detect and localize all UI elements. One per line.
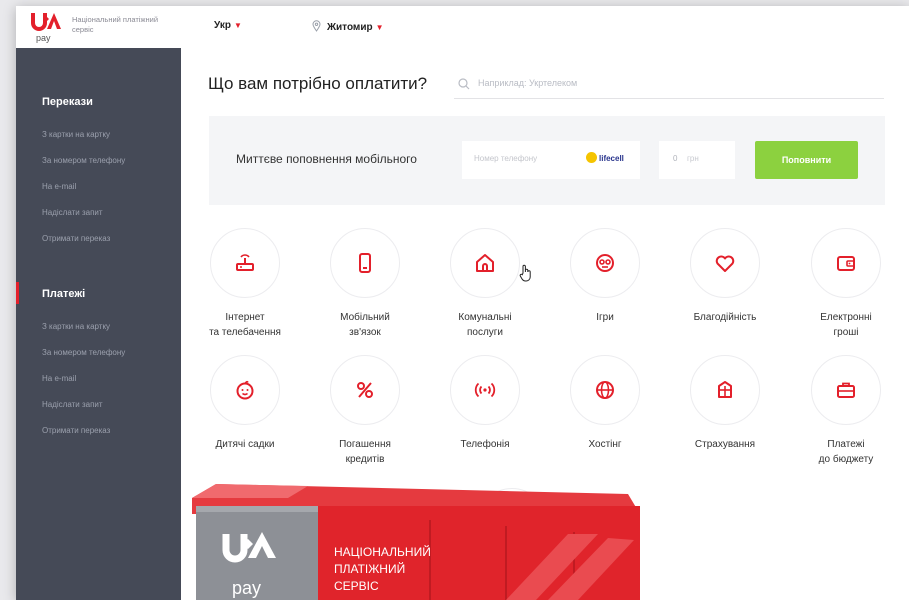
- category-circle: [450, 355, 520, 425]
- sidebar-active-indicator: [16, 282, 19, 304]
- category-label: Інтернет та телебачення: [209, 312, 281, 338]
- terminal-text-line-1: НАЦІОНАЛЬНИЙ: [334, 544, 431, 559]
- category-label: Ігри: [596, 312, 614, 323]
- signal-icon: [474, 382, 496, 398]
- category-internet-tv[interactable]: Інтернет та телебачення: [190, 228, 300, 340]
- terminal-text-line-3: СЕРВІС: [334, 579, 379, 593]
- location-pin-icon: [312, 20, 321, 32]
- phone-number-field[interactable]: Номер телефону lifecell: [462, 141, 640, 179]
- sidebar-item-card-to-card[interactable]: З картки на картку: [42, 322, 110, 331]
- sidebar-item-receive-transfer[interactable]: Отримати переказ: [42, 426, 110, 435]
- sidebar-section-title-payments[interactable]: Платежі: [42, 288, 85, 300]
- sidebar-item-email[interactable]: На e-mail: [42, 374, 76, 383]
- amount-currency: грн: [687, 154, 699, 163]
- amount-field[interactable]: 0 грн: [659, 141, 735, 179]
- hand-cursor-icon: [519, 264, 531, 282]
- wallet-icon: [837, 256, 855, 271]
- category-label: Хостінг: [588, 439, 622, 450]
- category-label: Страхування: [694, 439, 756, 450]
- sidebar-item-receive-transfer[interactable]: Отримати переказ: [42, 234, 110, 243]
- category-e-money[interactable]: Електронні гроші: [791, 228, 901, 340]
- top-bar: pay Національний платіжний сервіс Укр ▼ Ж…: [16, 6, 909, 48]
- payment-terminal-image: pay НАЦІОНАЛЬНИЙ ПЛАТІЖНИЙ СЕРВІС: [192, 484, 640, 600]
- category-circle: [811, 228, 881, 298]
- category-label: Платежі до бюджету: [818, 439, 874, 465]
- category-circle: [811, 355, 881, 425]
- category-label: Благодійність: [693, 312, 757, 323]
- baby-face-icon: [236, 380, 254, 400]
- terminal-brand: pay: [232, 578, 261, 598]
- amount-value: 0: [673, 154, 678, 163]
- phone-placeholder: Номер телефону: [474, 154, 538, 163]
- category-budget-payments[interactable]: Платежі до бюджету: [791, 355, 901, 467]
- category-insurance[interactable]: Страхування: [670, 355, 780, 452]
- sidebar-item-by-phone[interactable]: За номером телефону: [42, 156, 125, 165]
- category-circle: [690, 355, 760, 425]
- category-kindergartens[interactable]: Дитячі садки: [190, 355, 300, 452]
- sidebar-item-by-phone[interactable]: За номером телефону: [42, 348, 125, 357]
- heart-icon: [715, 255, 735, 272]
- operator-dot-icon: [586, 152, 597, 163]
- sidebar-item-send-request[interactable]: Надіслати запит: [42, 400, 103, 409]
- logo-caption: Національний платіжний сервіс: [72, 15, 159, 34]
- category-label: Електронні гроші: [820, 312, 872, 338]
- insurance-icon: [718, 381, 732, 398]
- gamepad-icon: [596, 254, 614, 272]
- category-label: Телефонія: [460, 439, 510, 450]
- search-input[interactable]: Наприклад: Укртелеком: [454, 72, 884, 99]
- percent-icon: [357, 382, 373, 398]
- browser-frame: pay Національний платіжний сервіс Укр ▼ Ж…: [16, 6, 909, 600]
- sidebar-item-card-to-card[interactable]: З картки на картку: [42, 130, 110, 139]
- search-placeholder: Наприклад: Укртелеком: [478, 78, 578, 88]
- globe-icon: [596, 381, 614, 399]
- topup-label: Миттєве поповнення мобільного: [236, 152, 417, 166]
- category-utilities[interactable]: Комунальні послуги: [430, 228, 540, 340]
- category-circle: [690, 228, 760, 298]
- chevron-down-icon: ▼: [233, 21, 242, 30]
- category-circle: [570, 228, 640, 298]
- uapay-logo[interactable]: pay: [30, 10, 66, 44]
- category-circle: [450, 228, 520, 298]
- sidebar-section-title-transfers: Перекази: [42, 96, 93, 108]
- category-telephony[interactable]: Телефонія: [430, 355, 540, 452]
- category-circle: [330, 228, 400, 298]
- category-label: Дитячі садки: [215, 439, 275, 450]
- category-label: Погашення кредитів: [339, 439, 391, 465]
- sidebar-item-email[interactable]: На e-mail: [42, 182, 76, 191]
- category-circle: [570, 355, 640, 425]
- category-mobile[interactable]: Мобільний зв'язок: [310, 228, 420, 340]
- topup-button[interactable]: Поповнити: [755, 141, 858, 179]
- mobile-phone-icon: [359, 253, 371, 273]
- sidebar-item-send-request[interactable]: Надіслати запит: [42, 208, 103, 217]
- chevron-down-icon: ▼: [375, 23, 384, 32]
- operator-logo: lifecell: [586, 152, 624, 163]
- category-hosting[interactable]: Хостінг: [550, 355, 660, 452]
- search-icon: [458, 78, 470, 90]
- house-icon: [476, 254, 494, 272]
- category-charity[interactable]: Благодійність: [670, 228, 780, 325]
- logo-pay-text: pay: [36, 33, 51, 43]
- mobile-topup-panel: Миттєве поповнення мобільного Номер теле…: [209, 116, 885, 205]
- briefcase-icon: [837, 382, 855, 398]
- sidebar: Перекази З картки на картку За номером т…: [16, 48, 181, 600]
- city-selector[interactable]: Житомир ▼: [312, 20, 384, 33]
- category-loan-repayment[interactable]: Погашення кредитів: [310, 355, 420, 467]
- city-value: Житомир: [327, 22, 373, 33]
- page-title: Що вам потрібно оплатити?: [208, 74, 428, 93]
- terminal-text-line-2: ПЛАТІЖНИЙ: [334, 561, 405, 576]
- category-circle: [210, 355, 280, 425]
- router-icon: [236, 254, 254, 271]
- operator-name: lifecell: [599, 154, 624, 163]
- category-circle: [330, 355, 400, 425]
- language-value: Укр: [214, 20, 231, 31]
- category-label: Мобільний зв'язок: [340, 312, 390, 338]
- category-label: Комунальні послуги: [458, 312, 512, 338]
- category-games[interactable]: Ігри: [550, 228, 660, 325]
- language-selector[interactable]: Укр ▼: [214, 20, 242, 31]
- category-circle: [210, 228, 280, 298]
